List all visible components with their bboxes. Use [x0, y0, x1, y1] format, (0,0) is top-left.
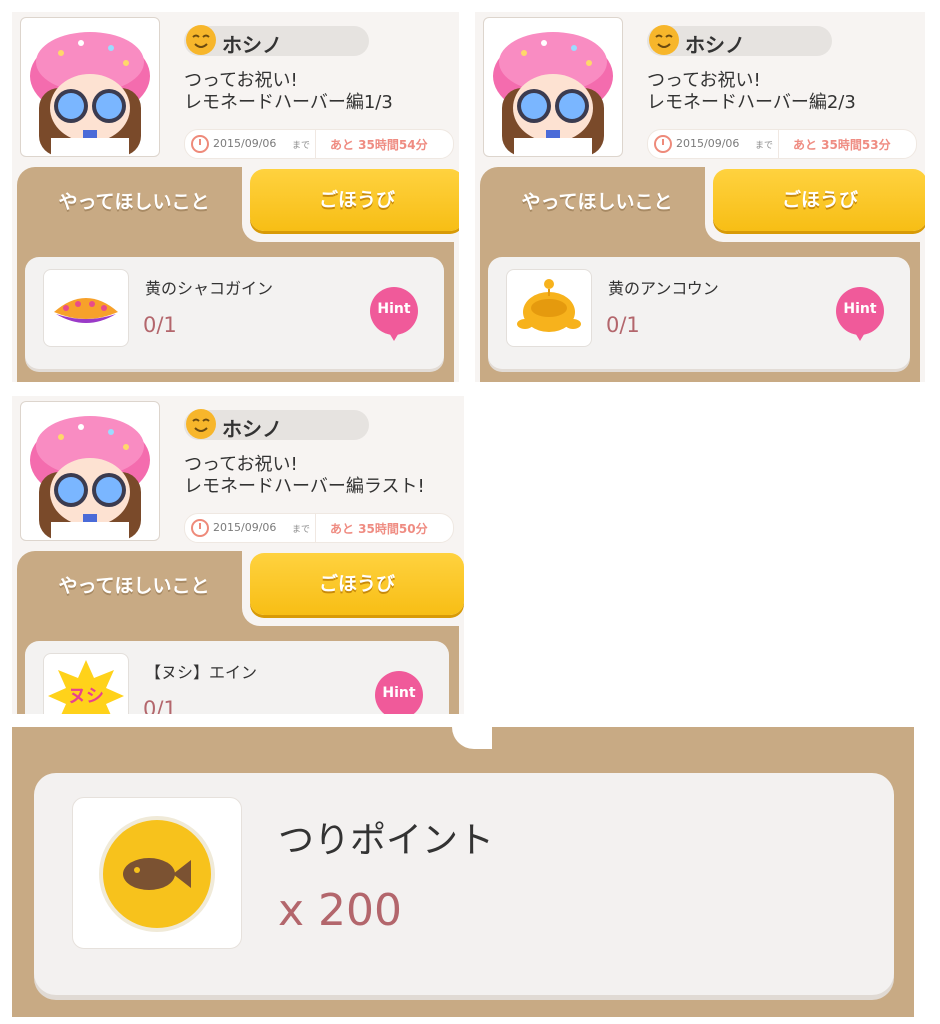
smile-face-icon	[186, 25, 216, 55]
hint-label: Hint	[377, 301, 411, 317]
hint-button[interactable]: Hint	[834, 287, 890, 343]
boss-badge-icon: ヌシ	[48, 660, 124, 714]
deadline-date: 2015/09/06	[676, 137, 740, 150]
item-thumbnail	[43, 269, 129, 347]
tab-area: やってほしいこと ごほうび ヌシ 【ヌシ】エイン 0/1 Hint	[17, 551, 464, 714]
deadline-pill: 2015/09/06 まで あと 35時間53分	[647, 129, 917, 159]
item-thumbnail: ヌシ	[43, 653, 129, 714]
reward-card: つりポイント x 200	[34, 773, 894, 995]
hint-button[interactable]: Hint	[373, 671, 429, 714]
item-name: 黄のシャコガイン	[145, 279, 274, 298]
avatar-hoshino	[20, 401, 160, 541]
item-thumbnail	[506, 269, 592, 347]
avatar-hoshino	[20, 17, 160, 157]
tab-request[interactable]: やってほしいこと	[492, 187, 702, 214]
avatar-hoshino	[483, 17, 623, 157]
mission-panel-1: ホシノ つってお祝い! レモネードハーバー編1/3 2015/09/06 まで …	[12, 12, 459, 382]
npc-name: ホシノ	[222, 417, 282, 441]
deadline-pill: 2015/09/06 まで あと 35時間50分	[184, 513, 454, 543]
clock-icon	[191, 519, 209, 537]
tab-area: やってほしいこと ごほうび 黄のアンコウン 0/1 Hint	[480, 167, 925, 382]
item-name: 【ヌシ】エイン	[145, 663, 258, 682]
npc-name: ホシノ	[222, 33, 282, 57]
reward-thumbnail	[72, 797, 242, 949]
mission-title: つってお祝い! レモネードハーバー編ラスト!	[184, 454, 425, 497]
mission-card: ヌシ 【ヌシ】エイン 0/1 Hint	[25, 641, 449, 714]
deadline-date: 2015/09/06	[213, 521, 277, 534]
boss-badge-text: ヌシ	[68, 686, 104, 707]
mission-card: 黄のシャコガイン 0/1 Hint	[25, 257, 444, 369]
mission-panel-3: ホシノ つってお祝い! レモネードハーバー編ラスト! 2015/09/06 まで…	[12, 396, 464, 714]
mission-title: つってお祝い! レモネードハーバー編2/3	[647, 70, 856, 113]
mission-title: つってお祝い! レモネードハーバー編1/3	[184, 70, 393, 113]
tab-request[interactable]: やってほしいこと	[29, 571, 239, 598]
tab-reward[interactable]: ごほうび	[250, 169, 459, 231]
fish-coin-icon	[99, 816, 215, 932]
deadline-suffix: まで	[292, 525, 311, 535]
hint-button[interactable]: Hint	[368, 287, 424, 343]
tab-reward[interactable]: ごほうび	[713, 169, 925, 231]
tab-area: やってほしいこと ごほうび 黄のシャコガイン 0/1 Hint	[17, 167, 459, 382]
reward-quantity: x 200	[278, 885, 403, 936]
reward-panel: つりポイント x 200	[12, 727, 914, 1017]
deadline-suffix: まで	[755, 141, 774, 151]
tab-reward[interactable]: ごほうび	[250, 553, 464, 615]
time-remaining: あと 35時間53分	[793, 138, 891, 152]
progress-count: 0/1	[143, 697, 177, 714]
progress-count: 0/1	[606, 313, 640, 337]
progress-count: 0/1	[143, 313, 177, 337]
clock-icon	[191, 135, 209, 153]
smile-face-icon	[186, 409, 216, 439]
mission-panel-2: ホシノ つってお祝い! レモネードハーバー編2/3 2015/09/06 まで …	[475, 12, 925, 382]
reward-label: つりポイント	[278, 820, 495, 861]
clock-icon	[654, 135, 672, 153]
time-remaining: あと 35時間54分	[330, 138, 428, 152]
deadline-date: 2015/09/06	[213, 137, 277, 150]
item-name: 黄のアンコウン	[608, 279, 719, 298]
npc-name: ホシノ	[685, 33, 745, 57]
npc-name-pill: ホシノ	[647, 25, 832, 57]
smile-face-icon	[649, 25, 679, 55]
tab-request[interactable]: やってほしいこと	[29, 187, 239, 214]
mission-card: 黄のアンコウン 0/1 Hint	[488, 257, 910, 369]
hint-label: Hint	[382, 685, 416, 701]
deadline-pill: 2015/09/06 まで あと 35時間54分	[184, 129, 454, 159]
deadline-suffix: まで	[292, 141, 311, 151]
anglerfish-icon	[517, 279, 581, 332]
npc-name-pill: ホシノ	[184, 25, 369, 57]
time-remaining: あと 35時間50分	[330, 522, 428, 536]
hint-label: Hint	[843, 301, 877, 317]
npc-name-pill: ホシノ	[184, 409, 369, 441]
clam-icon	[54, 298, 118, 323]
